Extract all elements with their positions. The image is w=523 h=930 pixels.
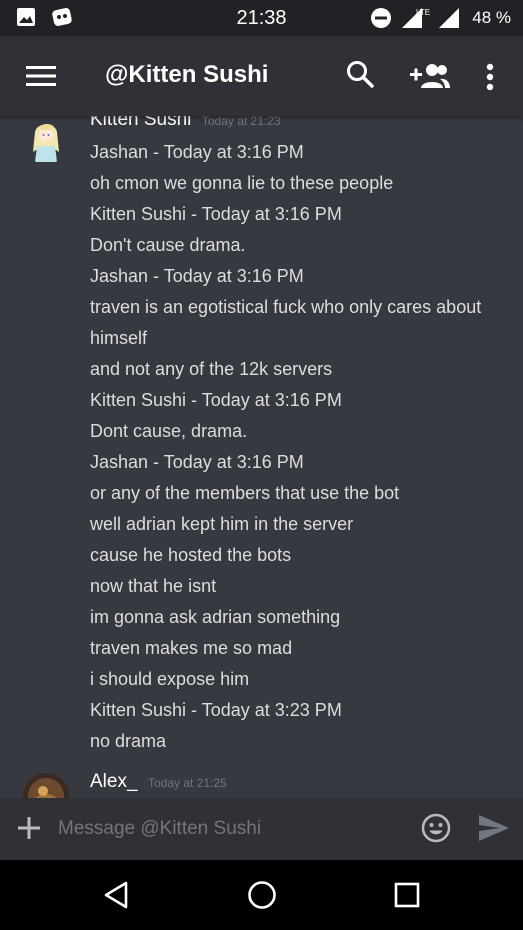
message-line: Kitten Sushi - Today at 3:16 PM	[90, 204, 342, 224]
message-timestamp: Today at 21:23	[201, 116, 281, 128]
hamburger-icon[interactable]	[26, 64, 56, 88]
page-title: @Kitten Sushi	[105, 61, 269, 88]
back-triangle-icon[interactable]	[103, 881, 129, 909]
message-line: Kitten Sushi - Today at 3:23 PM	[90, 700, 342, 720]
message-input[interactable]	[58, 815, 398, 843]
emoji-icon[interactable]	[421, 813, 451, 843]
author-line: Alex_ Today at 21:25	[90, 771, 227, 793]
svg-text:LTE: LTE	[416, 8, 430, 17]
message-line: Jashan - Today at 3:16 PM	[90, 266, 304, 286]
system-nav-bar	[0, 860, 523, 930]
recents-square-icon[interactable]	[394, 882, 420, 908]
message-line: now that he isnt	[90, 576, 217, 596]
status-right-icons: LTE 48 %	[370, 7, 511, 29]
message-line: traven is an egotistical fuck who only c…	[90, 297, 482, 348]
message-line: or any of the members that use the bot	[90, 483, 400, 503]
message-line: and not any of the 12k servers	[90, 359, 333, 379]
author-line: Kitten Sushi Today at 21:23	[90, 116, 281, 131]
message-body: Jashan - Today at 3:16 PM oh cmon we gon…	[90, 137, 510, 757]
add-friend-icon[interactable]	[410, 63, 450, 89]
message-composer	[0, 798, 523, 860]
status-bar: 21:38 LTE 48 %	[0, 0, 523, 36]
app-header: @Kitten Sushi	[0, 36, 523, 116]
lte-signal-icon: LTE	[402, 8, 430, 28]
search-icon[interactable]	[346, 60, 374, 90]
message-line: cause he hosted the bots	[90, 545, 292, 565]
message-line: traven makes me so mad	[90, 638, 293, 658]
author-name[interactable]: Alex_	[90, 771, 138, 792]
message-list[interactable]: Kitten Sushi Today at 21:23 Jashan - Tod…	[0, 116, 523, 798]
anime-girl-avatar-icon	[23, 118, 69, 164]
message-line: Jashan - Today at 3:16 PM	[90, 452, 304, 472]
message-line: Dont cause, drama.	[90, 421, 248, 441]
message-line: Kitten Sushi - Today at 3:16 PM	[90, 390, 342, 410]
signal-strength-icon	[439, 8, 460, 28]
more-vertical-icon[interactable]	[484, 63, 496, 91]
dark-art-avatar-icon	[23, 773, 69, 798]
message-line: no drama	[90, 731, 167, 751]
message-line: im gonna ask adrian something	[90, 607, 341, 627]
do-not-disturb-icon	[371, 8, 392, 28]
plus-icon[interactable]	[17, 816, 41, 840]
home-circle-icon[interactable]	[247, 880, 277, 910]
message-line: oh cmon we gonna lie to these people	[90, 173, 394, 193]
message-line: i should expose him	[90, 669, 250, 689]
message-line: Don't cause drama.	[90, 235, 246, 255]
author-name[interactable]: Kitten Sushi	[90, 116, 191, 130]
user-avatar[interactable]	[23, 118, 69, 164]
send-icon[interactable]	[478, 814, 510, 842]
message-timestamp: Today at 21:25	[147, 776, 227, 790]
message-line: well adrian kept him in the server	[90, 514, 354, 534]
user-avatar[interactable]	[23, 773, 69, 798]
message-line: Jashan - Today at 3:16 PM	[90, 142, 304, 162]
battery-percent: 48 %	[472, 8, 511, 27]
